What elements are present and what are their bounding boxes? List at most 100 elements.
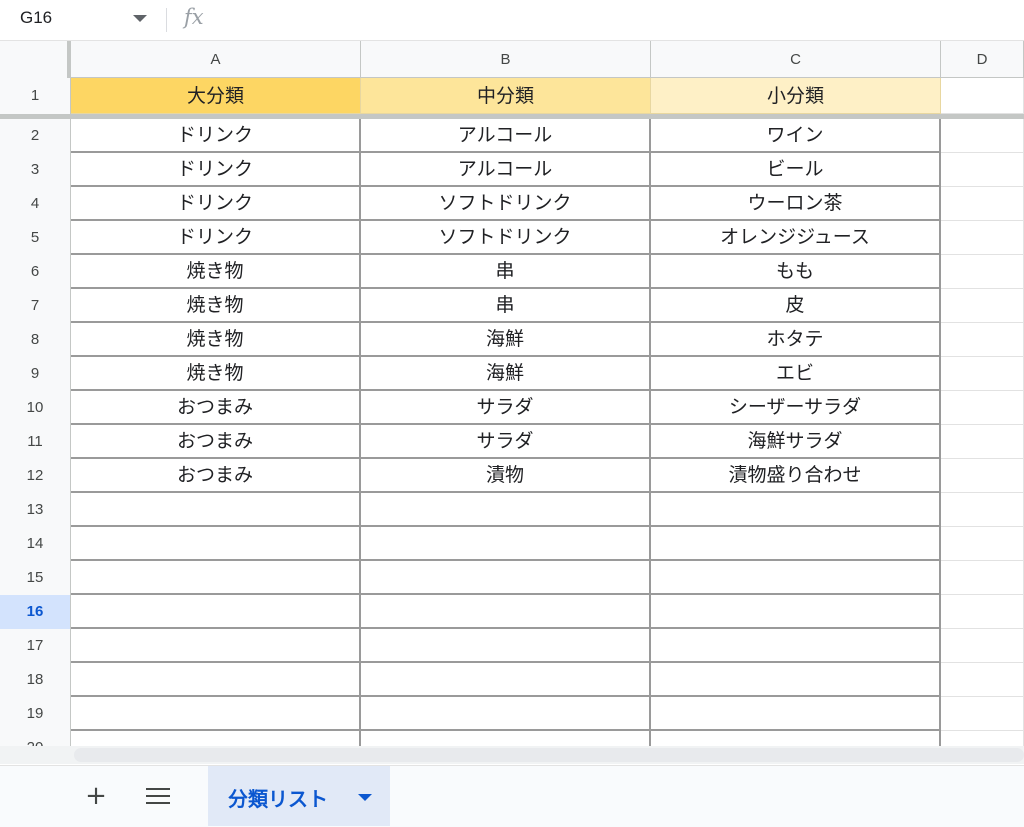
cell[interactable]: 海鮮サラダ — [651, 425, 941, 459]
row-header[interactable]: 7 — [0, 289, 71, 323]
column-header-a[interactable]: A — [71, 41, 361, 78]
row-header[interactable]: 16 — [0, 595, 71, 629]
cell[interactable] — [651, 561, 941, 595]
header-cell[interactable]: 小分類 — [651, 78, 941, 114]
cell[interactable]: ソフトドリンク — [361, 221, 651, 255]
column-header-d[interactable]: D — [941, 41, 1024, 78]
row-header[interactable]: 14 — [0, 527, 71, 561]
cell[interactable]: ソフトドリンク — [361, 187, 651, 221]
cell[interactable] — [361, 561, 651, 595]
cell[interactable] — [71, 527, 361, 561]
cell[interactable] — [941, 459, 1024, 493]
sheet-tab[interactable]: 分類リスト — [208, 766, 390, 826]
cell[interactable]: 焼き物 — [71, 289, 361, 323]
cell[interactable]: エビ — [651, 357, 941, 391]
chevron-down-icon[interactable] — [133, 15, 147, 22]
cell[interactable] — [651, 595, 941, 629]
row-header[interactable]: 11 — [0, 425, 71, 459]
cell[interactable]: シーザーサラダ — [651, 391, 941, 425]
cell[interactable]: サラダ — [361, 425, 651, 459]
cell[interactable] — [941, 221, 1024, 255]
cell[interactable] — [361, 595, 651, 629]
cell[interactable]: 焼き物 — [71, 255, 361, 289]
cell[interactable]: 漬物 — [361, 459, 651, 493]
header-cell[interactable]: 大分類 — [71, 78, 361, 114]
row-header[interactable]: 4 — [0, 187, 71, 221]
cell[interactable] — [71, 697, 361, 731]
row-header[interactable]: 3 — [0, 153, 71, 187]
cell[interactable]: ホタテ — [651, 323, 941, 357]
cell[interactable] — [941, 595, 1024, 629]
cell[interactable] — [941, 391, 1024, 425]
cell[interactable]: 海鮮 — [361, 323, 651, 357]
column-header-c[interactable]: C — [651, 41, 941, 78]
cell[interactable]: 皮 — [651, 289, 941, 323]
cell[interactable] — [71, 561, 361, 595]
cell[interactable] — [941, 731, 1024, 746]
cell[interactable] — [71, 663, 361, 697]
cell[interactable] — [651, 527, 941, 561]
cell[interactable] — [651, 697, 941, 731]
header-cell[interactable]: 中分類 — [361, 78, 651, 114]
cell[interactable] — [361, 527, 651, 561]
cell[interactable] — [651, 493, 941, 527]
cell[interactable] — [361, 697, 651, 731]
cell[interactable] — [651, 629, 941, 663]
cell[interactable] — [71, 493, 361, 527]
row-header[interactable]: 20 — [0, 731, 71, 746]
cell[interactable] — [941, 289, 1024, 323]
row-header[interactable]: 17 — [0, 629, 71, 663]
cell[interactable]: ドリンク — [71, 153, 361, 187]
cell[interactable]: ドリンク — [71, 119, 361, 153]
menu-icon[interactable] — [146, 788, 170, 806]
cell[interactable] — [361, 629, 651, 663]
cell[interactable]: 串 — [361, 289, 651, 323]
row-header[interactable]: 8 — [0, 323, 71, 357]
row-header[interactable]: 1 — [0, 78, 71, 114]
cell[interactable] — [941, 425, 1024, 459]
cell[interactable] — [941, 527, 1024, 561]
cell[interactable] — [71, 629, 361, 663]
cell[interactable]: 漬物盛り合わせ — [651, 459, 941, 493]
cell[interactable] — [941, 323, 1024, 357]
cell[interactable]: サラダ — [361, 391, 651, 425]
cell[interactable] — [361, 493, 651, 527]
cell[interactable] — [941, 697, 1024, 731]
cell[interactable]: ウーロン茶 — [651, 187, 941, 221]
row-header[interactable]: 19 — [0, 697, 71, 731]
cell[interactable]: 焼き物 — [71, 323, 361, 357]
cell[interactable]: 海鮮 — [361, 357, 651, 391]
row-header[interactable]: 10 — [0, 391, 71, 425]
cell[interactable]: おつまみ — [71, 425, 361, 459]
row-header[interactable]: 5 — [0, 221, 71, 255]
column-header-b[interactable]: B — [361, 41, 651, 78]
cell[interactable] — [71, 731, 361, 746]
row-header[interactable]: 6 — [0, 255, 71, 289]
cell[interactable] — [941, 663, 1024, 697]
cell[interactable]: アルコール — [361, 119, 651, 153]
horizontal-scrollbar[interactable] — [74, 748, 1024, 762]
row-header[interactable]: 15 — [0, 561, 71, 595]
cell[interactable]: もも — [651, 255, 941, 289]
cell[interactable] — [71, 595, 361, 629]
cell[interactable] — [651, 731, 941, 746]
plus-icon[interactable]: + — [82, 780, 110, 812]
formula-input[interactable] — [215, 4, 1015, 36]
cell[interactable]: ワイン — [651, 119, 941, 153]
cell[interactable]: アルコール — [361, 153, 651, 187]
cell[interactable] — [941, 255, 1024, 289]
cell[interactable]: ドリンク — [71, 187, 361, 221]
row-header[interactable]: 13 — [0, 493, 71, 527]
cell[interactable] — [651, 663, 941, 697]
row-header[interactable]: 18 — [0, 663, 71, 697]
cell[interactable] — [941, 153, 1024, 187]
cell[interactable]: ビール — [651, 153, 941, 187]
cell[interactable]: 串 — [361, 255, 651, 289]
cell[interactable]: 焼き物 — [71, 357, 361, 391]
cell[interactable] — [941, 357, 1024, 391]
chevron-down-icon[interactable] — [358, 794, 372, 801]
cell[interactable]: おつまみ — [71, 391, 361, 425]
row-header[interactable]: 2 — [0, 119, 71, 153]
cell[interactable] — [941, 629, 1024, 663]
cell[interactable] — [361, 731, 651, 746]
